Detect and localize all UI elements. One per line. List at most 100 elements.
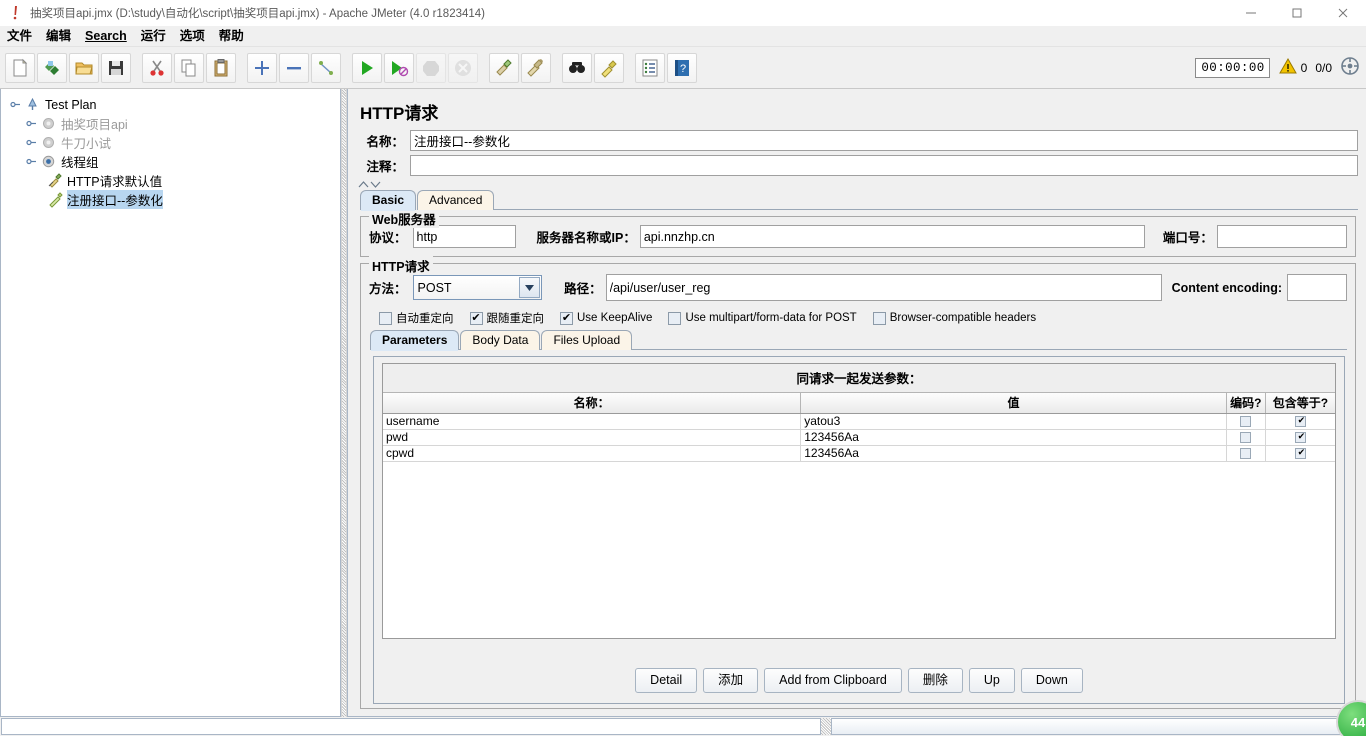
down-button[interactable]: Down bbox=[1020, 668, 1083, 693]
cell-param-name[interactable]: cpwd bbox=[383, 445, 802, 462]
maximize-button[interactable] bbox=[1274, 0, 1320, 26]
delete-button[interactable]: 删除 bbox=[907, 668, 963, 693]
checkbox-box[interactable] bbox=[560, 311, 573, 325]
encode-checkbox[interactable] bbox=[1240, 448, 1252, 460]
tree-node-thread-group[interactable]: 线程组 bbox=[5, 152, 340, 171]
cell-param-value[interactable]: yatou3 bbox=[800, 413, 1227, 430]
cell-include-equals[interactable] bbox=[1265, 445, 1335, 462]
tab-parameters[interactable]: Parameters bbox=[370, 330, 460, 351]
checkbox-use-keepalive[interactable]: Use KeepAlive bbox=[560, 311, 652, 325]
cell-encode[interactable] bbox=[1226, 445, 1266, 462]
detail-button[interactable]: Detail bbox=[635, 668, 698, 693]
expand-icon[interactable] bbox=[247, 52, 277, 83]
search-reset-icon[interactable] bbox=[594, 52, 624, 83]
paste-icon[interactable] bbox=[206, 52, 236, 83]
up-button[interactable]: Up bbox=[968, 668, 1015, 693]
checkbox-auto-redirect[interactable]: 自动重定向 bbox=[379, 310, 454, 326]
function-helper-icon[interactable] bbox=[635, 52, 665, 83]
collapse-arrows[interactable] bbox=[358, 180, 1358, 189]
menu-edit[interactable]: 编辑 bbox=[39, 26, 78, 47]
include-equals-checkbox[interactable] bbox=[1294, 431, 1307, 444]
cell-param-value[interactable]: 123456Aa bbox=[800, 429, 1227, 446]
tree-node-test-plan[interactable]: Test Plan bbox=[5, 95, 340, 114]
cell-include-equals[interactable] bbox=[1265, 413, 1335, 430]
clear-all-icon[interactable] bbox=[521, 52, 551, 83]
tab-body-data[interactable]: Body Data bbox=[460, 330, 541, 350]
tab-files-upload[interactable]: Files Upload bbox=[541, 330, 633, 350]
add-button[interactable]: 添加 bbox=[703, 668, 759, 693]
expander-icon[interactable] bbox=[23, 137, 39, 148]
templates-icon[interactable] bbox=[37, 52, 67, 83]
include-equals-checkbox[interactable] bbox=[1294, 447, 1307, 460]
copy-icon[interactable] bbox=[174, 52, 204, 83]
minimize-button[interactable] bbox=[1228, 0, 1274, 26]
comment-input[interactable] bbox=[410, 155, 1358, 176]
encode-checkbox[interactable] bbox=[1240, 432, 1252, 444]
clear-icon[interactable] bbox=[489, 52, 519, 83]
tree-node-first-try[interactable]: 牛刀小试 bbox=[5, 133, 340, 152]
warning-icon[interactable] bbox=[1278, 57, 1297, 80]
resize-grip[interactable] bbox=[821, 718, 831, 735]
cell-encode[interactable] bbox=[1226, 429, 1266, 446]
tree-node-register-api[interactable]: 注册接口--参数化 bbox=[5, 190, 340, 209]
expander-icon[interactable] bbox=[23, 156, 39, 167]
toggle-icon[interactable] bbox=[311, 52, 341, 83]
cell-param-name[interactable]: username bbox=[383, 413, 802, 430]
close-button[interactable] bbox=[1320, 0, 1366, 26]
start-no-pauses-icon[interactable] bbox=[384, 52, 414, 83]
menu-run[interactable]: 运行 bbox=[134, 26, 173, 47]
table-row[interactable]: pwd 123456Aa bbox=[383, 429, 1335, 446]
method-select[interactable]: POST bbox=[412, 275, 543, 300]
encode-checkbox[interactable] bbox=[1240, 416, 1252, 428]
cell-param-name[interactable]: pwd bbox=[383, 429, 802, 446]
tree-node-http-defaults[interactable]: HTTP请求默认值 bbox=[5, 171, 340, 190]
path-input[interactable] bbox=[605, 274, 1162, 301]
table-row[interactable]: cpwd 123456Aa bbox=[383, 445, 1335, 462]
col-header-name[interactable]: 名称： bbox=[383, 393, 802, 414]
chevron-down-icon[interactable] bbox=[519, 277, 541, 298]
checkbox-browser-compatible-headers[interactable]: Browser-compatible headers bbox=[872, 311, 1036, 325]
menu-help[interactable]: 帮助 bbox=[212, 26, 251, 47]
save-icon[interactable] bbox=[101, 52, 131, 83]
collapse-toolbar-icon[interactable] bbox=[1340, 56, 1360, 81]
start-icon[interactable] bbox=[352, 52, 382, 83]
expander-icon[interactable] bbox=[23, 118, 39, 129]
port-input[interactable] bbox=[1216, 225, 1347, 248]
window-title-bar: 抽奖项目api.jmx (D:\study\自动化\script\抽奖项目api… bbox=[0, 0, 1366, 26]
menu-file[interactable]: 文件 bbox=[0, 26, 39, 47]
checkbox-box[interactable] bbox=[469, 311, 483, 325]
table-row[interactable]: username yatou3 bbox=[383, 413, 1335, 430]
col-header-value[interactable]: 值 bbox=[800, 393, 1227, 414]
checkbox-follow-redirect[interactable]: 跟随重定向 bbox=[469, 310, 544, 326]
name-input[interactable] bbox=[410, 130, 1358, 151]
expander-icon[interactable] bbox=[7, 99, 23, 110]
tree-node-lottery-api[interactable]: 抽奖项目api bbox=[5, 114, 340, 133]
cell-param-value[interactable]: 123456Aa bbox=[800, 445, 1227, 462]
host-input[interactable] bbox=[639, 225, 1145, 248]
protocol-input[interactable] bbox=[412, 225, 516, 248]
checkbox-use-multipart[interactable]: Use multipart/form-data for POST bbox=[668, 311, 857, 325]
add-from-clipboard-button[interactable]: Add from Clipboard bbox=[764, 668, 902, 693]
checkbox-box[interactable] bbox=[379, 311, 392, 325]
menu-options[interactable]: 选项 bbox=[173, 26, 212, 47]
cell-encode[interactable] bbox=[1226, 413, 1266, 430]
checkbox-box[interactable] bbox=[872, 311, 886, 325]
cut-icon[interactable] bbox=[142, 52, 172, 83]
method-path-row: 方法： POST 路径： Content encoding: bbox=[369, 274, 1347, 301]
cell-include-equals[interactable] bbox=[1265, 429, 1335, 446]
col-header-encode[interactable]: 编码? bbox=[1226, 393, 1266, 414]
collapse-icon[interactable] bbox=[279, 52, 309, 83]
parameters-table[interactable]: 名称： 值 编码? 包含等于? username yatou3 ✔ pwd 12… bbox=[383, 393, 1335, 462]
col-header-include-equals[interactable]: 包含等于? bbox=[1265, 393, 1335, 414]
checkbox-box[interactable] bbox=[668, 311, 682, 325]
test-plan-tree[interactable]: Test Plan 抽奖项目api 牛刀小试 线程组 HTTP请求默认值 注册接… bbox=[1, 89, 340, 209]
new-icon[interactable] bbox=[5, 52, 35, 83]
include-equals-checkbox[interactable] bbox=[1294, 415, 1307, 428]
tab-advanced[interactable]: Advanced bbox=[417, 190, 495, 210]
open-icon[interactable] bbox=[69, 52, 99, 83]
search-icon[interactable] bbox=[562, 52, 592, 83]
help-icon[interactable]: ? bbox=[667, 52, 697, 83]
content-encoding-input[interactable] bbox=[1287, 274, 1347, 301]
tab-basic[interactable]: Basic bbox=[360, 190, 417, 211]
menu-search[interactable]: Search bbox=[78, 26, 134, 47]
